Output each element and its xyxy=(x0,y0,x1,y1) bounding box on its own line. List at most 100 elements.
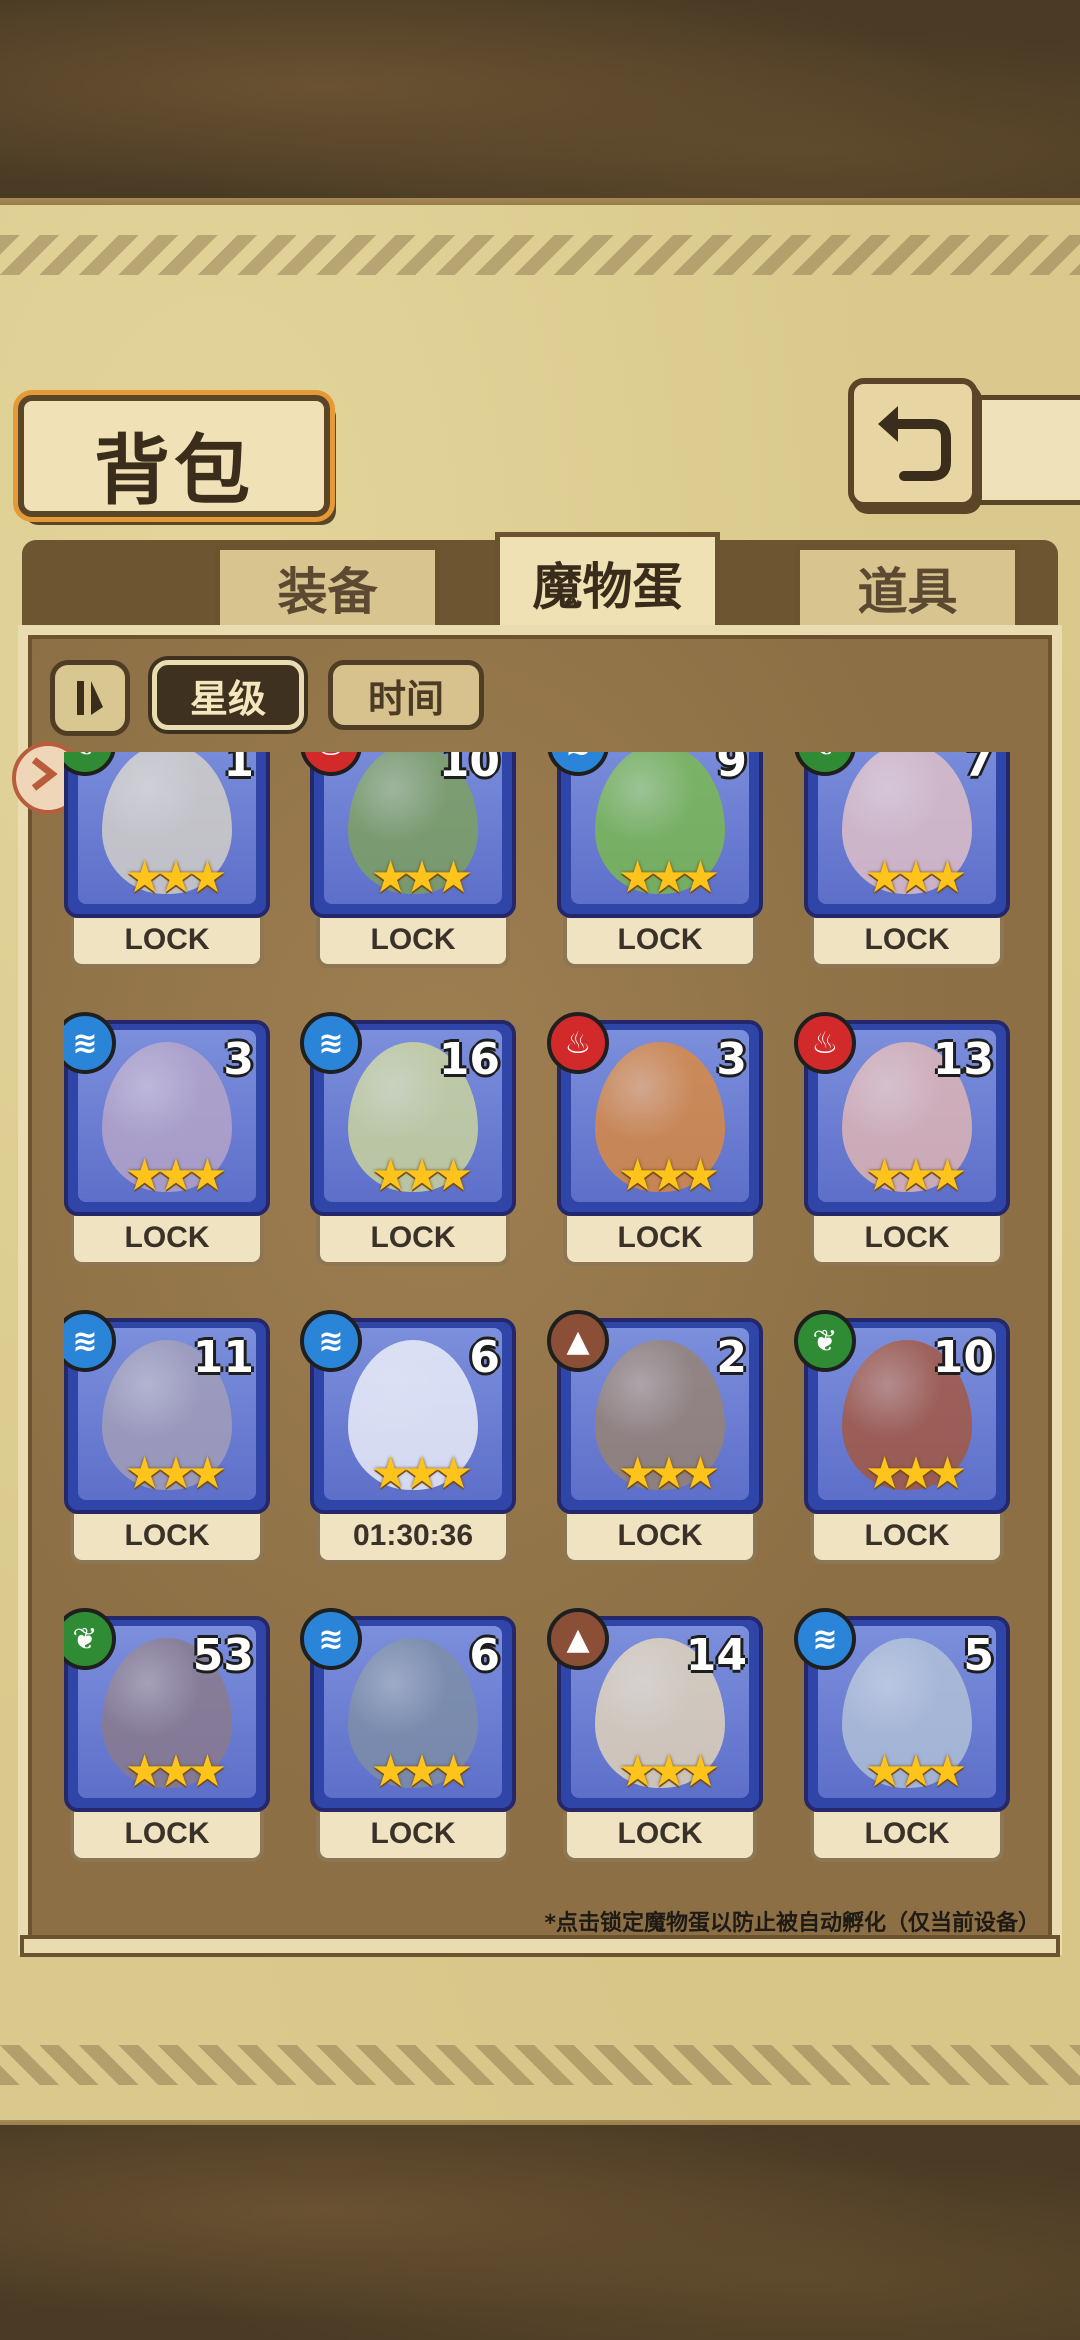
star-rating: ★ ★ ★ xyxy=(852,1450,972,1498)
star-icon: ★ xyxy=(402,1746,442,1797)
egg-count: 3 xyxy=(716,1034,747,1085)
star-icon: ★ xyxy=(864,852,905,903)
egg-count: 5 xyxy=(963,1630,994,1681)
tab-monster-eggs[interactable]: 魔物蛋 xyxy=(495,532,720,634)
water-element-icon: ≋ xyxy=(300,1310,362,1372)
egg-card[interactable]: 6 ★ ★ ★ LOCK ≋ xyxy=(300,1608,516,1864)
egg-count: 53 xyxy=(192,1630,254,1681)
star-icon: ★ xyxy=(156,852,196,903)
star-icon: ★ xyxy=(680,852,721,903)
lock-button[interactable]: LOCK xyxy=(316,918,510,968)
tab-equipment[interactable]: 装备 xyxy=(215,545,440,630)
lock-button[interactable]: LOCK xyxy=(810,1514,1004,1564)
lock-button[interactable]: LOCK xyxy=(563,1812,757,1862)
earth-element-icon: ▲ xyxy=(547,1608,609,1670)
egg-card[interactable]: 5 ★ ★ ★ LOCK ≋ xyxy=(794,1608,1010,1864)
star-icon: ★ xyxy=(433,1150,474,1201)
hatch-timer[interactable]: 01:30:36 xyxy=(316,1514,510,1564)
panel-bottom-rail xyxy=(20,1935,1060,1957)
sort-by-time-button[interactable]: 时间 xyxy=(328,660,484,730)
title-plaque: 背包 xyxy=(18,395,330,517)
star-icon: ★ xyxy=(187,1746,228,1797)
lock-button[interactable]: LOCK xyxy=(316,1812,510,1862)
back-button[interactable] xyxy=(848,378,978,508)
star-icon: ★ xyxy=(896,1746,936,1797)
egg-count: 13 xyxy=(932,1034,994,1085)
star-icon: ★ xyxy=(927,852,968,903)
star-icon: ★ xyxy=(864,1150,905,1201)
egg-card[interactable]: 9 ★★★ LOCK ≋ xyxy=(547,752,763,970)
star-rating: ★ ★ ★ xyxy=(605,1450,725,1498)
map-background-top xyxy=(0,0,1080,215)
star-rating: ★ ★ ★ xyxy=(112,1152,232,1200)
star-icon: ★ xyxy=(370,1150,411,1201)
lock-button[interactable]: LOCK xyxy=(563,918,757,968)
star-icon: ★ xyxy=(124,852,165,903)
star-icon: ★ xyxy=(433,852,474,903)
egg-card[interactable]: 6 ★ ★ ★ 01:30:36 ≋ xyxy=(300,1310,516,1566)
star-icon: ★ xyxy=(927,1746,968,1797)
lock-button[interactable]: LOCK xyxy=(563,1514,757,1564)
egg-card[interactable]: 14 ★ ★ ★ LOCK ▲ xyxy=(547,1608,763,1864)
lock-button[interactable]: LOCK xyxy=(70,1514,264,1564)
lock-button[interactable]: LOCK xyxy=(810,1216,1004,1266)
egg-count: 2 xyxy=(716,1332,747,1383)
zigzag-border-top xyxy=(0,235,1080,275)
egg-card[interactable]: 10 ★ ★ ★ LOCK ❦ xyxy=(794,1310,1010,1566)
star-icon: ★ xyxy=(156,1448,196,1499)
star-icon: ★ xyxy=(927,1448,968,1499)
star-icon: ★ xyxy=(649,1150,689,1201)
egg-count: 10 xyxy=(932,1332,994,1383)
egg-count: 3 xyxy=(223,1034,254,1085)
star-rating: ★ ★ ★ xyxy=(112,1450,232,1498)
sort-by-star-button[interactable]: 星级 xyxy=(152,660,304,730)
egg-card[interactable]: 13 ★ ★ ★ LOCK ♨ xyxy=(794,1012,1010,1268)
egg-count: 11 xyxy=(192,1332,254,1383)
star-icon: ★ xyxy=(124,1746,165,1797)
egg-card[interactable]: 16 ★ ★ ★ LOCK ≋ xyxy=(300,1012,516,1268)
star-icon: ★ xyxy=(187,852,228,903)
star-icon: ★ xyxy=(896,1448,936,1499)
fire-element-icon: ♨ xyxy=(794,1012,856,1074)
egg-card[interactable]: 3 ★ ★ ★ LOCK ♨ xyxy=(547,1012,763,1268)
lock-button[interactable]: LOCK xyxy=(70,1216,264,1266)
egg-card[interactable]: 1 ★★★ LOCK ❦ xyxy=(64,752,270,970)
star-icon: ★ xyxy=(124,1150,165,1201)
water-element-icon: ≋ xyxy=(794,1608,856,1670)
star-icon: ★ xyxy=(156,1746,196,1797)
star-rating: ★ ★ ★ xyxy=(358,1152,478,1200)
tab-items[interactable]: 道具 xyxy=(795,545,1020,630)
star-icon: ★ xyxy=(896,852,936,903)
star-icon: ★ xyxy=(124,1448,165,1499)
egg-count: 6 xyxy=(469,1332,500,1383)
star-icon: ★ xyxy=(864,1448,905,1499)
egg-card[interactable]: 11 ★ ★ ★ LOCK ≋ xyxy=(64,1310,270,1566)
egg-grid: 1 ★★★ LOCK ❦ 10 ★★★ LOCK ♨ 9 ★★★ LOCK ≋ … xyxy=(64,752,1024,1882)
sort-order-toggle[interactable] xyxy=(50,660,130,736)
egg-count: 7 xyxy=(963,752,994,787)
star-icon: ★ xyxy=(433,1746,474,1797)
sort-order-icon xyxy=(77,681,103,715)
lock-footnote: *点击锁定魔物蛋以防止被自动孵化（仅当前设备） xyxy=(544,1911,1040,1936)
egg-card[interactable]: 7 ★★★ LOCK ❦ xyxy=(794,752,1010,970)
lock-button[interactable]: LOCK xyxy=(70,918,264,968)
star-rating: ★ ★ ★ xyxy=(358,1450,478,1498)
star-icon: ★ xyxy=(649,1746,689,1797)
egg-card[interactable]: 53 ★ ★ ★ LOCK ❦ xyxy=(64,1608,270,1864)
lock-button[interactable]: LOCK xyxy=(70,1812,264,1862)
star-rating: ★ ★ ★ xyxy=(605,854,725,902)
egg-card[interactable]: 3 ★ ★ ★ LOCK ≋ xyxy=(64,1012,270,1268)
lock-button[interactable]: LOCK xyxy=(810,918,1004,968)
egg-count: 16 xyxy=(438,1034,500,1085)
lock-button[interactable]: LOCK xyxy=(563,1216,757,1266)
lock-button[interactable]: LOCK xyxy=(316,1216,510,1266)
star-icon: ★ xyxy=(370,852,411,903)
egg-card[interactable]: 10 ★★★ LOCK ♨ xyxy=(300,752,516,970)
zigzag-border-bottom xyxy=(0,2045,1080,2085)
lock-button[interactable]: LOCK xyxy=(810,1812,1004,1862)
star-rating: ★ ★ ★ xyxy=(852,854,972,902)
star-icon: ★ xyxy=(680,1150,721,1201)
egg-card-frame: 10 ★ ★ ★ xyxy=(310,752,516,918)
star-icon: ★ xyxy=(617,1448,658,1499)
egg-card[interactable]: 2 ★ ★ ★ LOCK ▲ xyxy=(547,1310,763,1566)
